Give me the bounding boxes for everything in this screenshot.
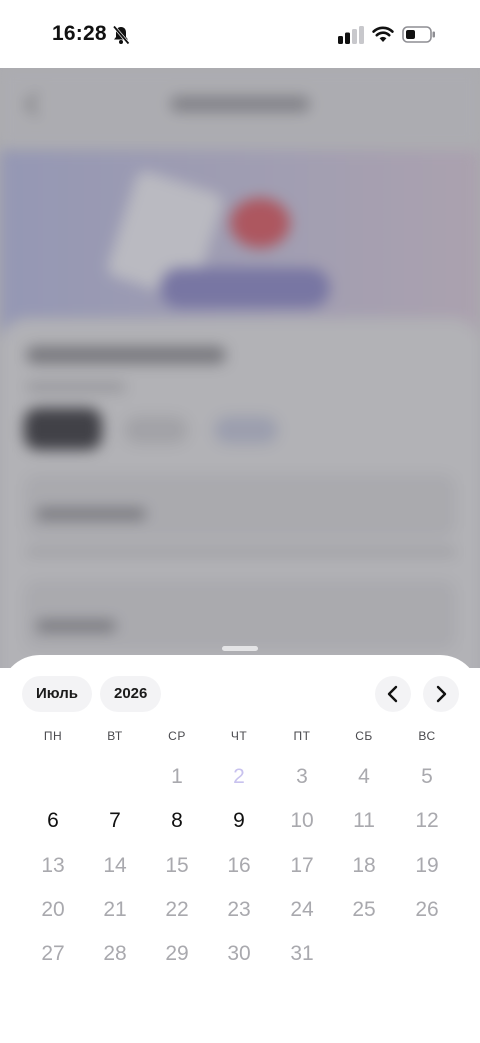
- weekday-label: ВТ: [107, 729, 123, 743]
- day-cell-7[interactable]: 7: [90, 806, 140, 836]
- year-selector[interactable]: 2026: [100, 676, 162, 712]
- day-cell-18: 18: [352, 854, 376, 877]
- day-cell-3: 3: [296, 765, 308, 788]
- bell-off-icon: [112, 25, 130, 45]
- battery-icon: [402, 26, 435, 43]
- month-selector[interactable]: Июль: [22, 676, 92, 712]
- day-cell-10: 10: [290, 809, 314, 832]
- background-screen: [0, 68, 480, 668]
- day-cell-16: 16: [227, 854, 251, 877]
- chevron-right-icon: [436, 685, 447, 703]
- status-bar: 16:28: [0, 0, 480, 68]
- day-cell-28: 28: [103, 942, 127, 965]
- day-cell-13: 13: [41, 854, 65, 877]
- day-cell-23: 23: [227, 898, 251, 921]
- day-cell-6[interactable]: 6: [28, 806, 78, 836]
- weekday-label: ПТ: [293, 729, 311, 743]
- day-cell-29: 29: [165, 942, 189, 965]
- day-cell-27: 27: [41, 942, 65, 965]
- weekday-label: ЧТ: [230, 729, 248, 743]
- day-cell-1: 1: [171, 765, 183, 788]
- day-cell-21: 21: [103, 898, 127, 921]
- day-cell-11: 11: [353, 809, 375, 832]
- day-cell-24: 24: [290, 898, 314, 921]
- next-month-button[interactable]: [423, 676, 459, 712]
- day-cell-12: 12: [415, 809, 439, 832]
- status-time: 16:28: [52, 22, 107, 45]
- previous-month-button[interactable]: [375, 676, 411, 712]
- signal-icon: [338, 26, 364, 44]
- day-cell-26: 26: [415, 898, 439, 921]
- day-cell-15: 15: [165, 854, 189, 877]
- wifi-icon: [372, 26, 394, 42]
- day-cell-25: 25: [352, 898, 376, 921]
- day-cell-14: 14: [103, 854, 127, 877]
- day-cell-31: 31: [290, 942, 314, 965]
- dim-overlay[interactable]: [0, 68, 480, 668]
- weekday-label: СБ: [355, 729, 373, 743]
- day-cell-19: 19: [415, 854, 439, 877]
- sheet-drag-handle[interactable]: [222, 646, 258, 651]
- day-cell-20: 20: [41, 898, 65, 921]
- weekday-label: ВС: [418, 729, 436, 743]
- day-cell-9[interactable]: 9: [214, 806, 264, 836]
- day-cell-30: 30: [227, 942, 251, 965]
- weekday-label: ПН: [43, 729, 63, 743]
- day-cell-17: 17: [290, 854, 314, 877]
- day-cell-2[interactable]: 2: [214, 762, 264, 792]
- chevron-left-icon: [387, 685, 398, 703]
- day-cell-8[interactable]: 8: [152, 806, 202, 836]
- date-picker-sheet: Июль 2026 ПН ВТ СР ЧТ ПТ СБ ВС 1 2 3 4 5 6 7 8 9 10 11 12…: [0, 655, 480, 1043]
- weekday-label: СР: [168, 729, 186, 743]
- day-cell-4: 4: [358, 765, 370, 788]
- day-cell-5: 5: [421, 765, 433, 788]
- day-cell-22: 22: [165, 898, 189, 921]
